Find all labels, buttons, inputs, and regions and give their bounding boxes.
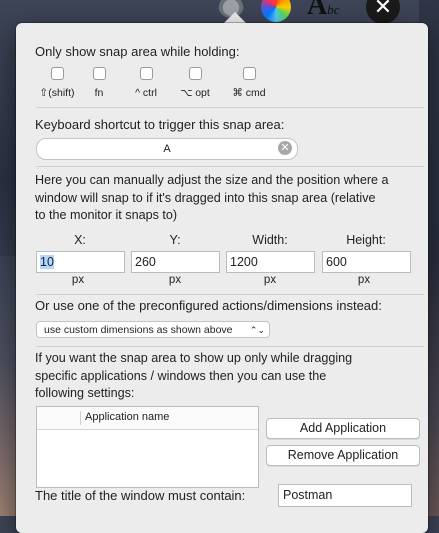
font-icon[interactable]: Abc [307,0,340,22]
font-icon-sub: bc [327,2,340,17]
shortcut-title: Keyboard shortcut to trigger this snap a… [35,117,285,132]
height-unit: px [357,274,371,286]
width-field[interactable]: 1200 [226,251,315,273]
width-value: 1200 [230,255,258,269]
description-line: If you want the snap area to show up onl… [35,351,353,365]
modifier-cmd[interactable]: ⌘ cmd [228,67,270,99]
shortcut-value: A [163,143,171,155]
y-value: 260 [135,255,156,269]
modifier-fn[interactable]: fn [84,67,114,99]
remove-application-button[interactable]: Remove Application [266,445,420,466]
color-wheel-icon[interactable] [261,0,291,22]
modifier-ctrl[interactable]: ^ ctrl [126,67,166,99]
shortcut-recorder[interactable]: A [36,138,298,160]
font-icon-letter: A [307,0,328,21]
clear-shortcut-icon[interactable]: ✕ [278,141,292,155]
modifier-label: ⌥ opt [180,87,210,99]
checkbox-cmd[interactable] [242,67,256,80]
x-label: X: [74,233,86,247]
preconfigured-select[interactable]: use custom dimensions as shown above ⌃⌄ [36,321,270,338]
description-line: Here you can manually adjust the size an… [35,173,389,187]
updown-chevron-icon: ⌃⌄ [249,325,265,335]
height-value: 600 [326,255,347,269]
dimensions-description: Here you can manually adjust the size an… [35,172,389,225]
separator [36,346,424,347]
checkbox-fn[interactable] [92,67,106,80]
x-field[interactable]: 10 [36,251,125,273]
applications-description: If you want the snap area to show up onl… [35,350,352,403]
description-line: to the monitor it snaps to) [35,208,178,222]
x-unit: px [71,274,85,286]
separator [36,294,424,295]
modifier-label: fn [94,87,104,99]
window-title-field[interactable]: Postman [278,484,412,507]
modifier-label: ⌘ cmd [232,87,266,99]
width-label: Width: [252,233,288,247]
add-application-button[interactable]: Add Application [266,418,420,439]
preconfigured-selected: use custom dimensions as shown above [44,324,233,336]
description-line: window will snap to if it's dragged into… [35,190,376,205]
modifier-label: ⇧(shift) [39,87,75,99]
y-field[interactable]: 260 [131,251,220,273]
y-label: Y: [169,233,181,247]
description-line: following settings: [35,386,135,400]
table-header: Application name [37,407,258,430]
checkbox-opt[interactable] [188,67,202,80]
applications-table[interactable]: Application name [36,406,259,488]
close-icon[interactable]: ✕ [366,0,400,24]
y-unit: px [168,274,182,286]
modifier-opt[interactable]: ⌥ opt [175,67,215,99]
modifier-shift[interactable]: ⇧(shift) [34,67,80,99]
column-divider [80,411,81,425]
separator [36,107,424,108]
x-value: 10 [40,255,54,269]
column-header-application-name[interactable]: Application name [85,411,169,423]
checkbox-shift[interactable] [50,67,64,80]
description-line: specific applications / windows then you… [35,368,327,383]
width-unit: px [263,274,277,286]
modifier-label: ^ ctrl [135,87,157,99]
preconfigured-title: Or use one of the preconfigured actions/… [35,298,382,313]
checkbox-ctrl[interactable] [139,67,153,80]
separator [36,166,424,167]
modifiers-title: Only show snap area while holding: [35,44,240,59]
height-field[interactable]: 600 [322,251,411,273]
window-title-value: Postman [283,488,333,502]
height-label: Height: [346,233,386,247]
window-title-label: The title of the window must contain: [35,488,246,503]
